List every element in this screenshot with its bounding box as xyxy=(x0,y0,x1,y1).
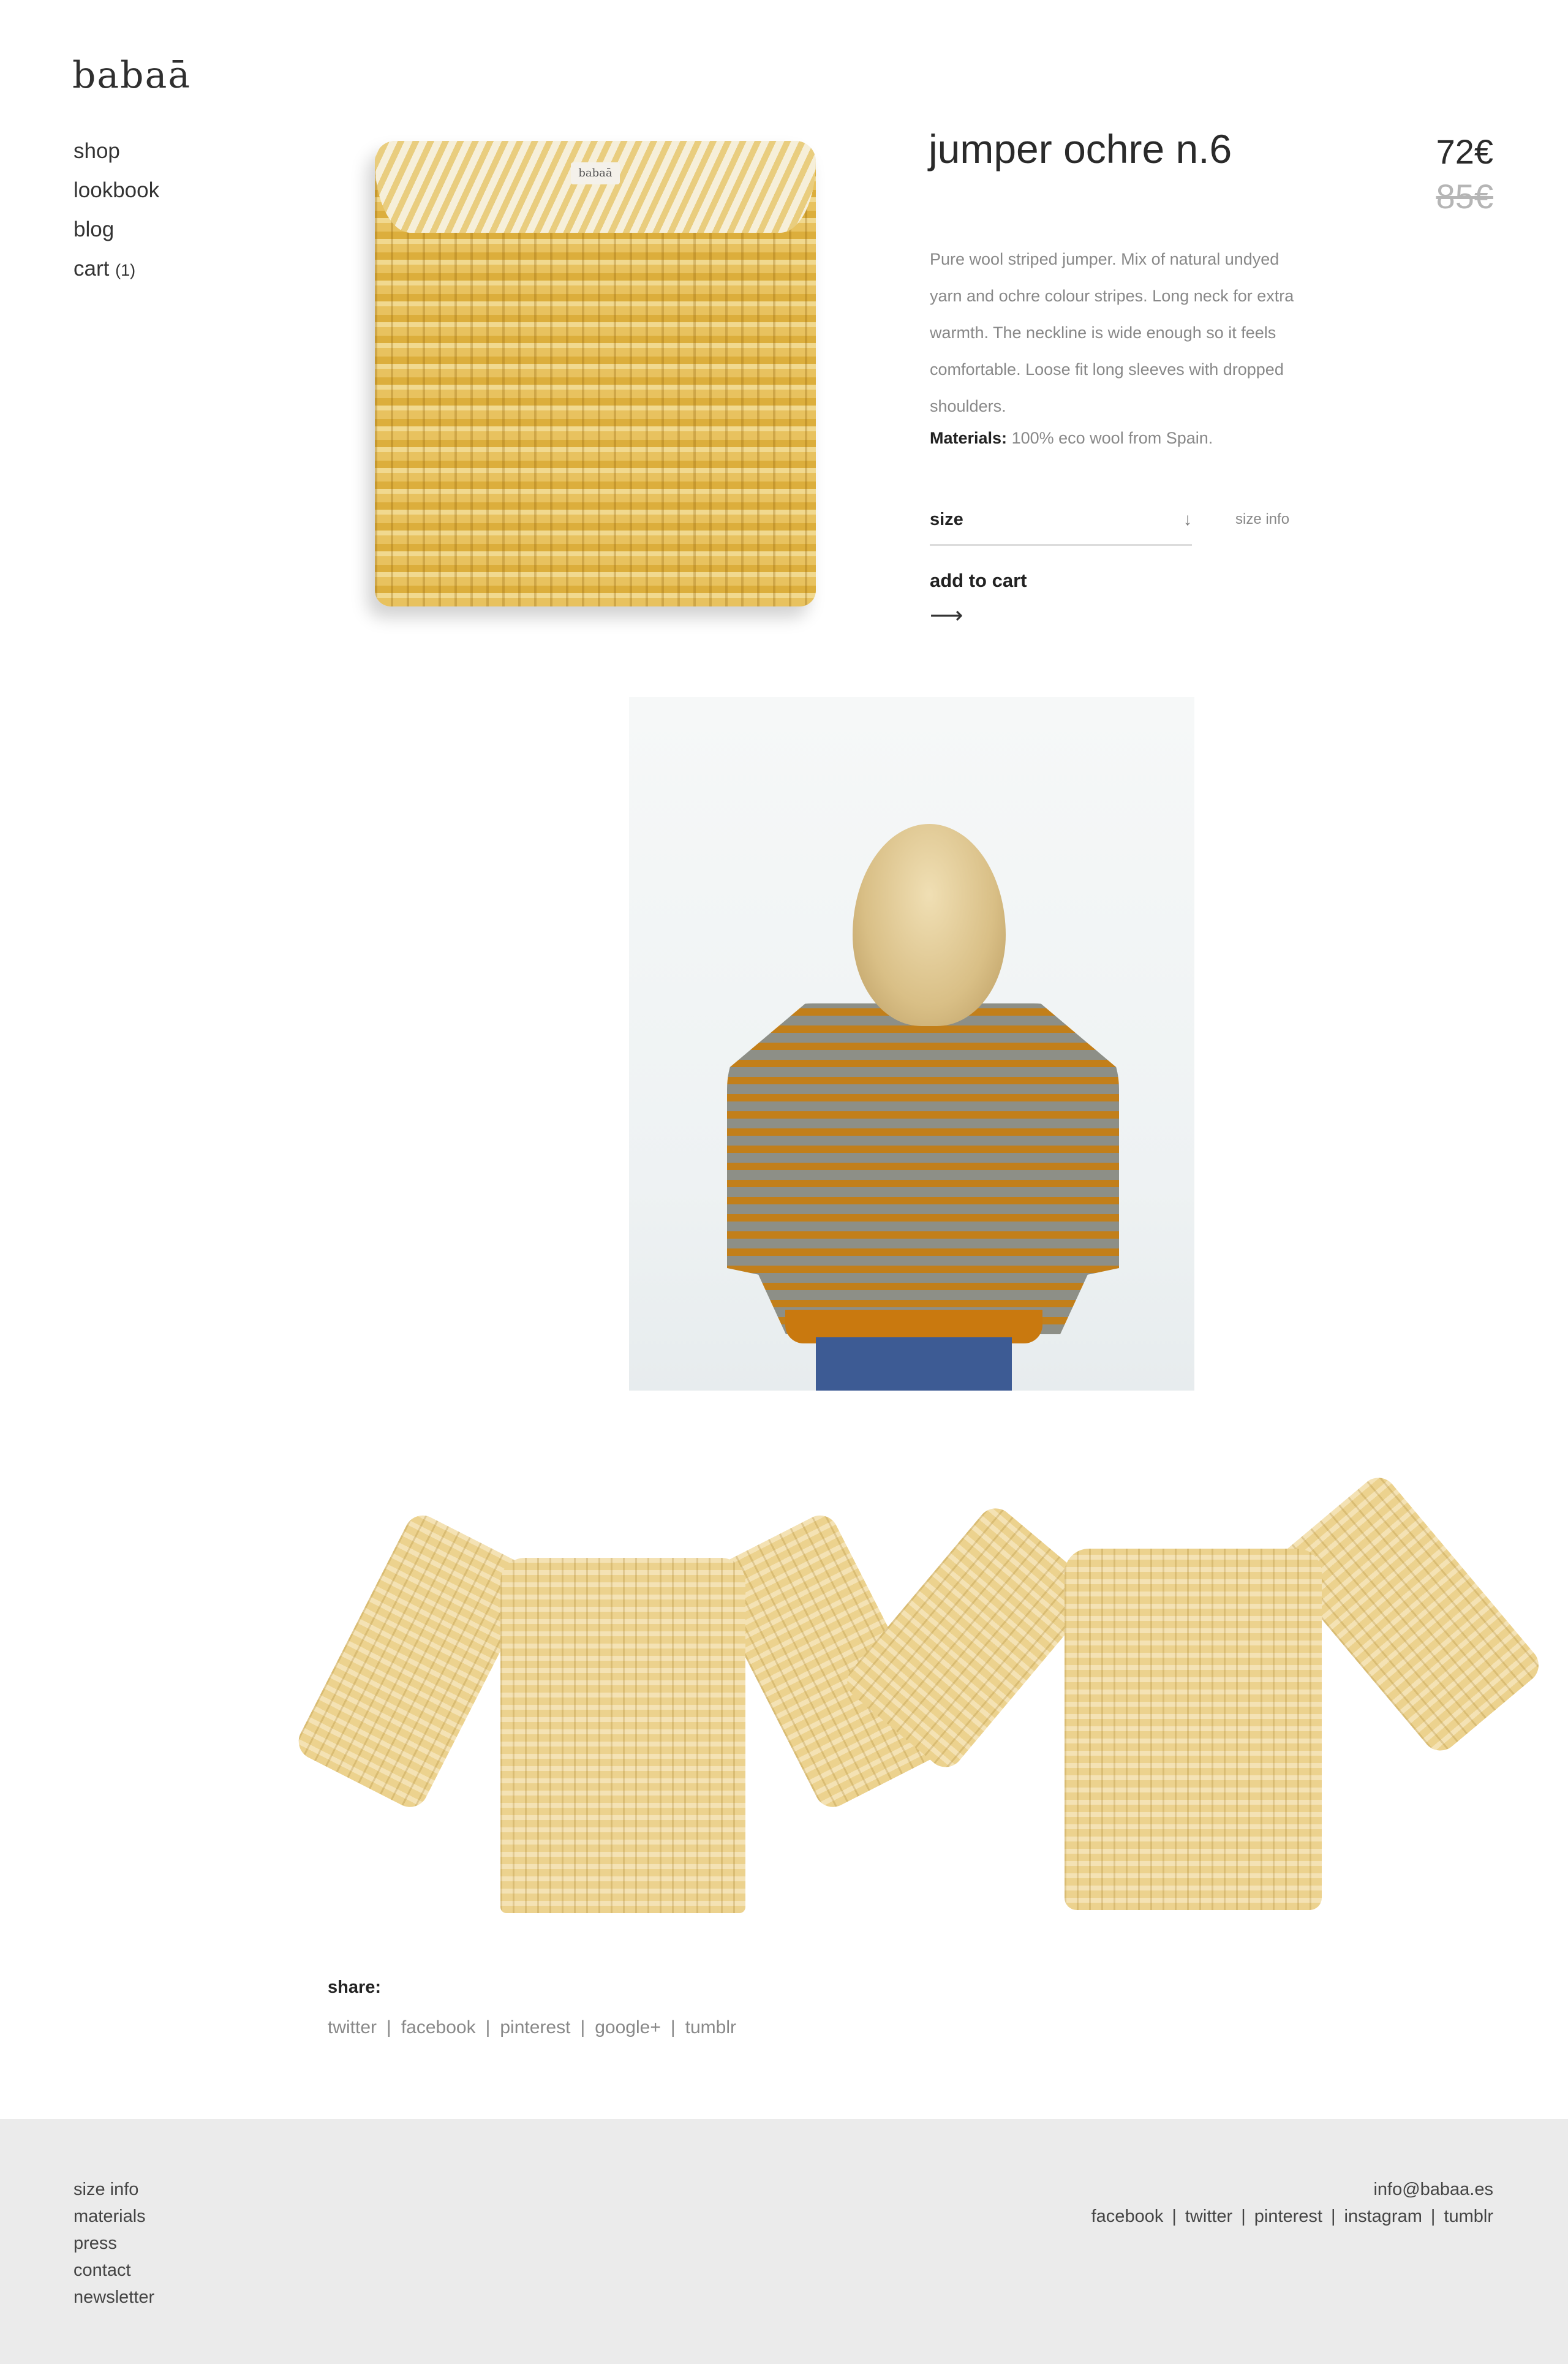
footer-press[interactable]: press xyxy=(74,2230,154,2257)
footer-size-info[interactable]: size info xyxy=(74,2176,154,2203)
share-facebook[interactable]: facebook xyxy=(401,2017,476,2037)
size-select-label: size xyxy=(930,510,963,529)
footer-tumblr[interactable]: tumblr xyxy=(1444,2207,1493,2226)
jumper-collar xyxy=(375,141,816,233)
footer-twitter[interactable]: twitter xyxy=(1185,2207,1232,2226)
product-title: jumper ochre n.6 xyxy=(929,126,1232,172)
footer-contact[interactable]: contact xyxy=(74,2257,154,2284)
garment-body xyxy=(1065,1549,1322,1910)
garment-tag: babaā xyxy=(571,162,620,184)
size-info-link[interactable]: size info xyxy=(1235,511,1289,528)
share-pinterest[interactable]: pinterest xyxy=(500,2017,570,2037)
footer-email[interactable]: info@babaa.es xyxy=(1373,2180,1493,2199)
separator: | xyxy=(1430,2207,1436,2226)
model-hair xyxy=(853,824,1006,1026)
separator: | xyxy=(1241,2207,1246,2226)
product-back-image[interactable] xyxy=(292,1509,951,1935)
arrow-down-icon: ↓ xyxy=(1183,510,1192,529)
separator: | xyxy=(670,2017,676,2037)
separator: | xyxy=(1331,2207,1336,2226)
separator: | xyxy=(485,2017,491,2037)
add-to-cart-button[interactable]: add to cart xyxy=(930,570,1027,592)
footer-facebook[interactable]: facebook xyxy=(1091,2207,1164,2226)
garment-body xyxy=(500,1558,745,1913)
separator: | xyxy=(580,2017,586,2037)
footer-newsletter[interactable]: newsletter xyxy=(74,2284,154,2311)
nav-lookbook[interactable]: lookbook xyxy=(74,171,159,210)
footer-materials[interactable]: materials xyxy=(74,2203,154,2230)
materials-label: Materials: xyxy=(930,429,1008,447)
product-main-image[interactable]: babaā xyxy=(343,113,845,640)
share-links: twitter | facebook | pinterest | google+ | tumbl… xyxy=(328,2017,736,2038)
share-twitter[interactable]: twitter xyxy=(328,2017,377,2037)
nav-blog[interactable]: blog xyxy=(74,210,159,249)
folded-jumper-illustration: babaā xyxy=(375,141,816,606)
size-select[interactable]: size ↓ xyxy=(930,506,1192,546)
footer-nav: size info materials press contact newsle… xyxy=(74,2176,154,2311)
model-sweater xyxy=(727,1003,1119,1334)
nav-cart[interactable]: cart (1) xyxy=(74,249,159,290)
model-photo[interactable] xyxy=(629,697,1194,1391)
model-jeans xyxy=(816,1337,1012,1391)
product-description: Pure wool striped jumper. Mix of natural… xyxy=(930,250,1294,415)
main-nav: shop lookbook blog cart (1) xyxy=(74,132,159,290)
share-tumblr[interactable]: tumblr xyxy=(685,2017,736,2037)
product-old-price: 85€ xyxy=(1436,177,1493,216)
nav-cart-label: cart xyxy=(74,257,110,281)
footer-contact-social: info@babaa.es facebook | twitter | pinterest… xyxy=(1091,2176,1493,2230)
footer-pinterest[interactable]: pinterest xyxy=(1254,2207,1322,2226)
share-google-plus[interactable]: google+ xyxy=(595,2017,661,2037)
separator: | xyxy=(386,2017,391,2037)
product-materials: Materials: 100% eco wool from Spain. xyxy=(930,429,1213,448)
footer-instagram[interactable]: instagram xyxy=(1344,2207,1422,2226)
nav-shop[interactable]: shop xyxy=(74,132,159,171)
site-footer: size info materials press contact newsle… xyxy=(0,2119,1568,2364)
brand-logo[interactable]: babaā xyxy=(72,54,191,97)
product-side-image[interactable] xyxy=(840,1470,1547,1935)
materials-value: 100% eco wool from Spain. xyxy=(1011,429,1213,447)
cart-count-badge: (1) xyxy=(115,261,136,279)
share-label: share: xyxy=(328,1977,382,1997)
arrow-right-icon[interactable]: ⟶ xyxy=(930,602,963,629)
separator: | xyxy=(1172,2207,1177,2226)
product-price: 72€ xyxy=(1436,132,1493,171)
